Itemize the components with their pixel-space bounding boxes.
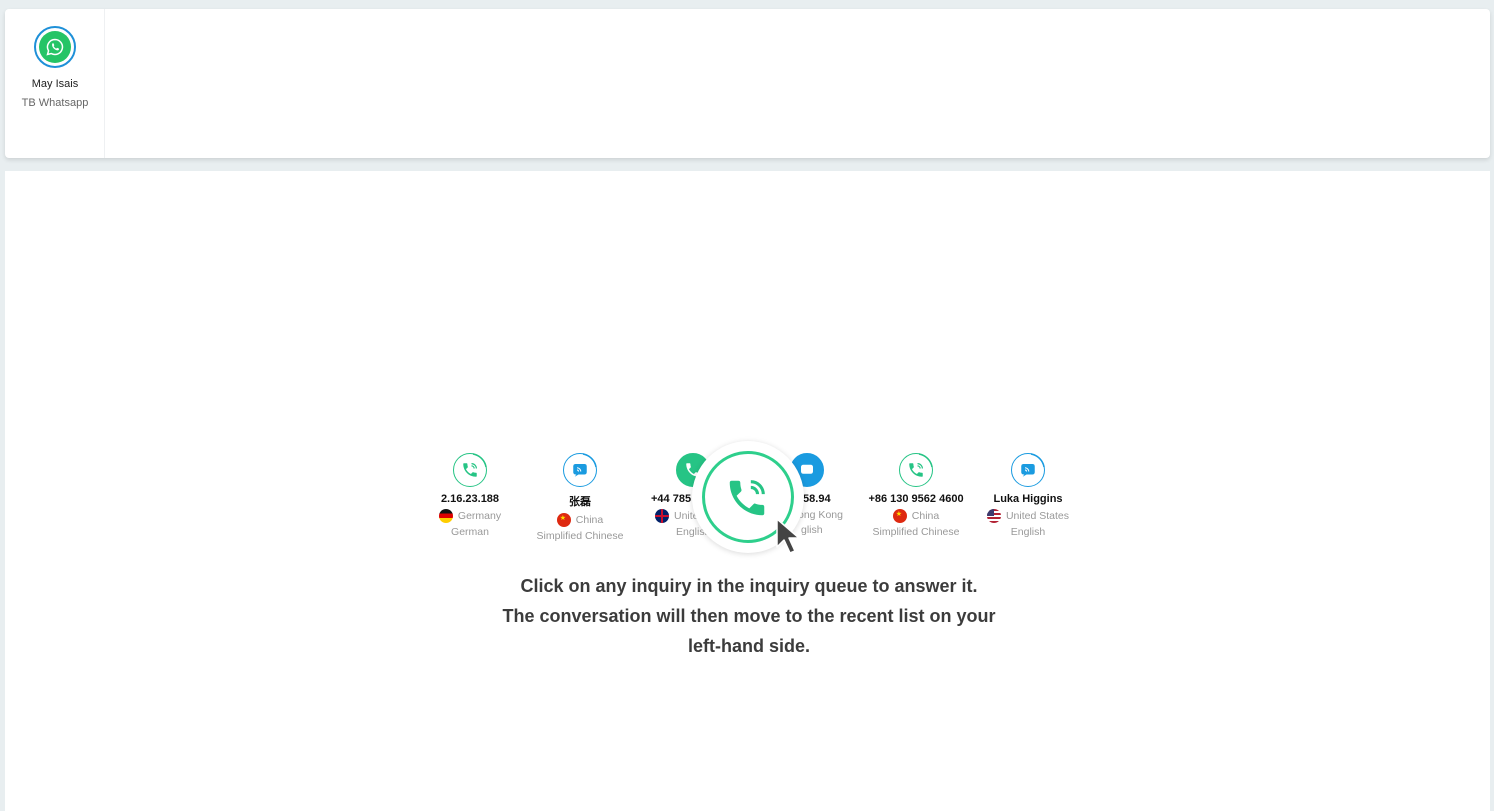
instruction-line-3: left-hand side.: [687, 636, 810, 656]
china-flag: ★: [556, 513, 571, 527]
queue-item-country-label: China: [911, 510, 940, 522]
queue-item-title: +86 130 9562 4600: [868, 493, 964, 505]
queue-item-country-label: China: [575, 514, 604, 526]
queue-item-language: Simplified Chinese: [536, 530, 624, 542]
queue-item-country: Germany: [415, 509, 525, 523]
chat-icon: [1009, 451, 1047, 489]
instruction-line-2: The conversation will then move to the r…: [502, 606, 996, 626]
cursor-icon: [776, 518, 800, 554]
china-flag: ★: [892, 509, 907, 523]
us-flag: [986, 509, 1001, 523]
queue-item-language: English: [1010, 526, 1046, 538]
queue-item-language: Simplified Chinese: [872, 526, 960, 538]
germany-flag: [438, 509, 453, 523]
queue-item-title: 2.16.23.188: [440, 493, 500, 505]
queue-item-country-label: United States: [1005, 510, 1070, 522]
queue-item[interactable]: +86 130 9562 4600 ★ China Simplified Chi…: [861, 451, 971, 538]
uk-flag: [655, 509, 669, 523]
inquiry-queue-illustration: 2.16.23.188 Germany German 张磊 ★ China Si…: [0, 0, 1494, 811]
queue-item[interactable]: 2.16.23.188 Germany German: [415, 451, 525, 538]
queue-item-title: Luka Higgins: [993, 493, 1063, 505]
queue-item-language: German: [451, 526, 489, 538]
queue-item-title: 张磊: [569, 496, 591, 508]
queue-item-country: United States: [973, 509, 1083, 523]
call-icon: [451, 451, 489, 489]
chat-icon: [561, 451, 599, 489]
queue-item[interactable]: 张磊 ★ China Simplified Chinese: [525, 451, 635, 542]
queue-item-country: ★ China: [861, 509, 971, 523]
queue-item-country-label: Germany: [457, 510, 502, 522]
instruction-line-1: Click on any inquiry in the inquiry queu…: [520, 576, 978, 596]
queue-item-country: ★ China: [525, 513, 635, 527]
instruction-message: Click on any inquiry in the inquiry queu…: [470, 571, 1028, 661]
queue-item[interactable]: Luka Higgins United States English: [973, 451, 1083, 538]
call-icon: [897, 451, 935, 489]
